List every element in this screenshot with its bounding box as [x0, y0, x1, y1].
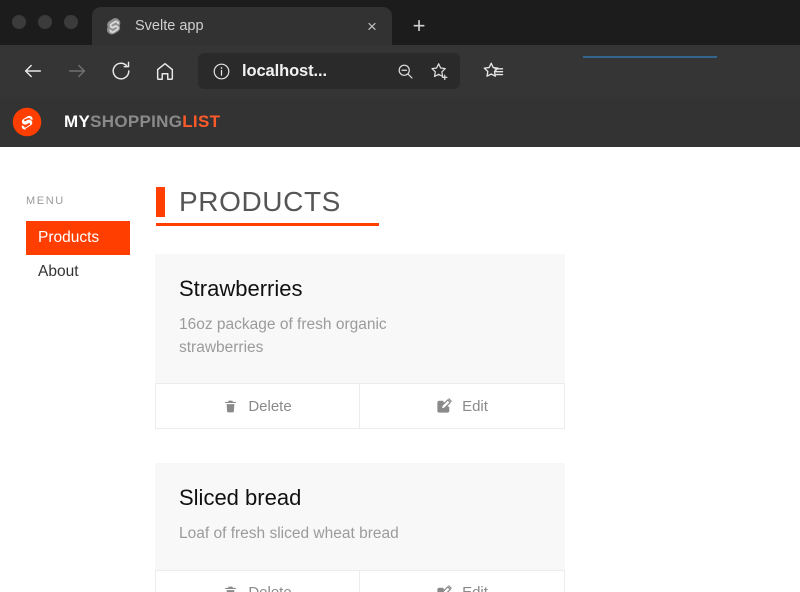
star-list-icon[interactable] — [474, 52, 512, 90]
tab-title: Svelte app — [135, 18, 204, 34]
product-card-actions: Delete Edit — [155, 569, 565, 592]
back-button[interactable] — [14, 52, 52, 90]
delete-button[interactable]: Delete — [155, 384, 360, 430]
brand-part-my: MY — [64, 112, 91, 131]
svelte-logo-icon — [106, 17, 123, 35]
sidebar: MENU Products About — [0, 147, 152, 592]
edit-pencil-icon — [436, 584, 452, 592]
product-description: Loaf of fresh sliced wheat bread — [179, 525, 399, 543]
close-window-button[interactable] — [12, 14, 26, 29]
delete-button-label: Delete — [248, 584, 291, 592]
new-tab-button[interactable]: + — [406, 15, 432, 37]
page-loading-indicator — [583, 56, 717, 58]
address-bar[interactable]: localhost... — [198, 53, 460, 89]
zoom-out-icon[interactable] — [392, 62, 418, 81]
forward-button[interactable] — [58, 52, 96, 90]
product-name: Strawberries — [179, 276, 303, 302]
browser-window: Svelte app × + localhost... MYSHOPPINGLI… — [0, 0, 800, 592]
trash-icon — [223, 585, 238, 592]
product-card-body: Sliced bread Loaf of fresh sliced wheat … — [155, 463, 565, 569]
edit-pencil-icon — [436, 398, 452, 414]
window-controls — [12, 0, 92, 45]
toolbar-right-actions — [474, 52, 512, 90]
edit-button[interactable]: Edit — [360, 570, 565, 592]
tab-strip: Svelte app × + — [0, 0, 800, 45]
brand-part-list: LIST — [182, 112, 221, 131]
product-card-actions: Delete Edit — [155, 383, 565, 430]
sidebar-item-about[interactable]: About — [26, 255, 130, 289]
sidebar-heading: MENU — [26, 195, 65, 207]
reload-button[interactable] — [102, 52, 140, 90]
product-list: Strawberries 16oz package of fresh organ… — [155, 254, 800, 592]
svelte-logo-icon — [12, 107, 42, 137]
page-title-text: PRODUCTS — [179, 186, 341, 217]
home-button[interactable] — [146, 52, 184, 90]
app-brand: MYSHOPPINGLIST — [64, 112, 220, 132]
product-description: 16oz package of fresh organic strawberri… — [179, 316, 387, 356]
edit-button[interactable]: Edit — [360, 384, 565, 430]
page-body: MENU Products About PRODUCTS Strawberrie… — [0, 147, 800, 592]
product-name: Sliced bread — [179, 485, 302, 511]
title-accent-bar — [156, 187, 165, 218]
delete-button-label: Delete — [248, 397, 292, 415]
browser-toolbar: localhost... — [0, 45, 800, 97]
product-card-body: Strawberries 16oz package of fresh organ… — [155, 254, 565, 383]
delete-button[interactable]: Delete — [155, 570, 360, 592]
edit-button-label: Edit — [462, 397, 488, 415]
browser-tab[interactable]: Svelte app × — [92, 7, 392, 45]
url-input[interactable]: localhost... — [242, 62, 384, 81]
star-plus-icon[interactable] — [426, 61, 452, 82]
minimize-window-button[interactable] — [38, 14, 52, 29]
info-circle-icon[interactable] — [208, 62, 234, 81]
close-tab-icon[interactable]: × — [362, 18, 382, 35]
app-header: MYSHOPPINGLIST — [0, 97, 800, 147]
sidebar-item-products[interactable]: Products — [26, 221, 130, 255]
product-card: Strawberries 16oz package of fresh organ… — [155, 254, 565, 430]
brand-part-shopping: SHOPPING — [90, 112, 183, 131]
product-card: Sliced bread Loaf of fresh sliced wheat … — [155, 463, 565, 592]
edit-button-label: Edit — [462, 584, 488, 592]
maximize-window-button[interactable] — [64, 14, 78, 29]
page-title: PRODUCTS — [156, 186, 379, 227]
main-content: PRODUCTS Strawberries 16oz package of fr… — [152, 147, 800, 592]
trash-icon — [223, 399, 238, 414]
